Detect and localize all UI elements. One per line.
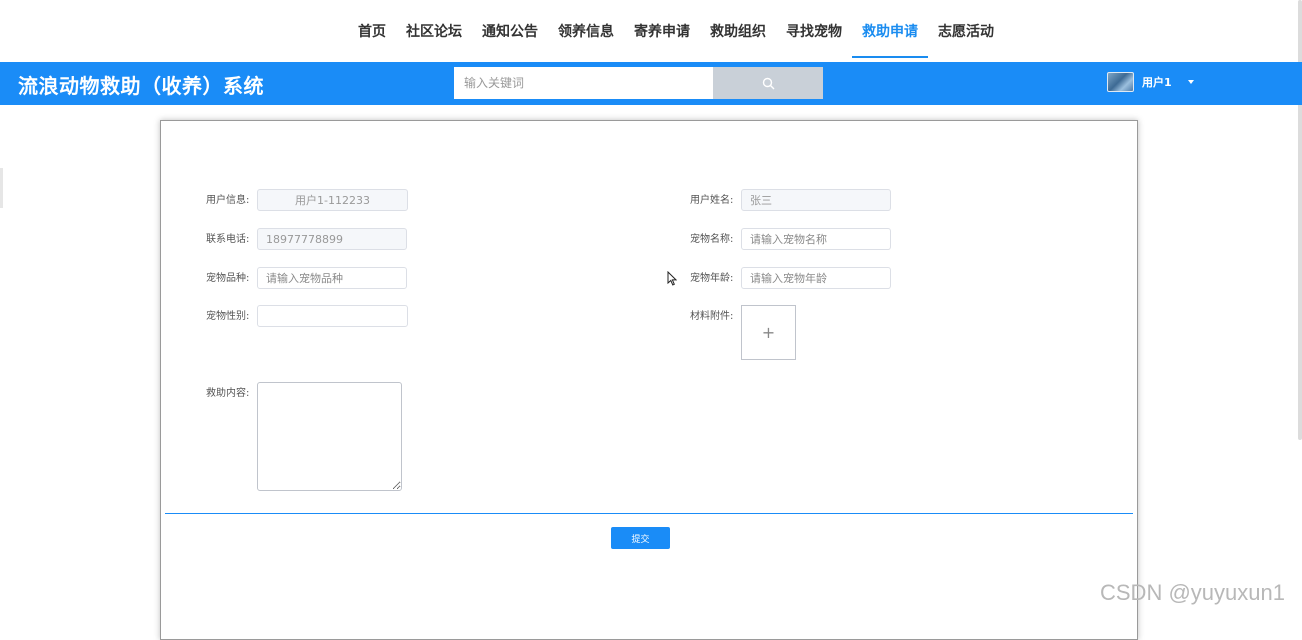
user-menu[interactable]: 用户1 (1107, 67, 1194, 97)
phone-label: 联系电话: (206, 234, 250, 245)
content-textarea[interactable] (257, 382, 402, 491)
submit-button[interactable]: 提交 (611, 527, 670, 549)
pet-name-label: 宠物名称: (690, 234, 734, 245)
search-button[interactable] (713, 67, 823, 99)
nav-item-home[interactable]: 首页 (348, 0, 396, 62)
pet-name-input[interactable] (741, 228, 891, 250)
divider (165, 513, 1133, 514)
caret-down-icon (1187, 80, 1194, 84)
pet-age-input[interactable] (741, 267, 891, 289)
plus-icon: + (761, 323, 776, 342)
rescue-application-form: 用户信息: 用户姓名: 联系电话: 宠物名称: 宠物品种: 宠物年龄: 宠物性别… (160, 120, 1138, 640)
user-info-field[interactable] (257, 189, 408, 211)
nav-item-forum[interactable]: 社区论坛 (396, 0, 472, 62)
user-name-field[interactable] (741, 189, 891, 211)
content-label: 救助内容: (206, 388, 250, 399)
nav-item-adoption-info[interactable]: 领养信息 (548, 0, 624, 62)
pet-gender-select[interactable] (257, 305, 408, 327)
user-info-label: 用户信息: (206, 195, 250, 206)
pet-breed-input[interactable] (257, 267, 407, 289)
nav-item-volunteer[interactable]: 志愿活动 (928, 0, 1004, 62)
nav-item-notices[interactable]: 通知公告 (472, 0, 548, 62)
nav-item-rescue-orgs[interactable]: 救助组织 (700, 0, 776, 62)
header-bar: 流浪动物救助（收养）系统 用户1 (0, 62, 1302, 105)
search-icon (762, 77, 774, 89)
nav-item-find-pets[interactable]: 寻找宠物 (776, 0, 852, 62)
watermark: CSDN @yuyuxun1 (1100, 580, 1285, 605)
site-title: 流浪动物救助（收养）系统 (18, 74, 264, 98)
user-name-label: 用户姓名: (690, 195, 734, 206)
side-tab[interactable] (0, 168, 3, 208)
pet-gender-label: 宠物性别: (206, 311, 250, 322)
nav-item-foster-apply[interactable]: 寄养申请 (624, 0, 700, 62)
nav-item-rescue-apply[interactable]: 救助申请 (852, 0, 928, 62)
upload-button[interactable]: + (741, 305, 796, 360)
top-navigation: 首页 社区论坛 通知公告 领养信息 寄养申请 救助组织 寻找宠物 救助申请 志愿… (0, 0, 1302, 440)
attachment-label: 材料附件: (690, 311, 734, 322)
user-name: 用户1 (1142, 76, 1172, 89)
mouse-cursor-icon (667, 271, 677, 286)
avatar (1107, 72, 1134, 92)
search-input[interactable] (454, 67, 713, 99)
phone-field[interactable] (257, 228, 407, 250)
pet-breed-label: 宠物品种: (206, 273, 250, 284)
pet-age-label: 宠物年龄: (690, 273, 734, 284)
nav-menu: 首页 社区论坛 通知公告 领养信息 寄养申请 救助组织 寻找宠物 救助申请 志愿… (348, 0, 1004, 62)
